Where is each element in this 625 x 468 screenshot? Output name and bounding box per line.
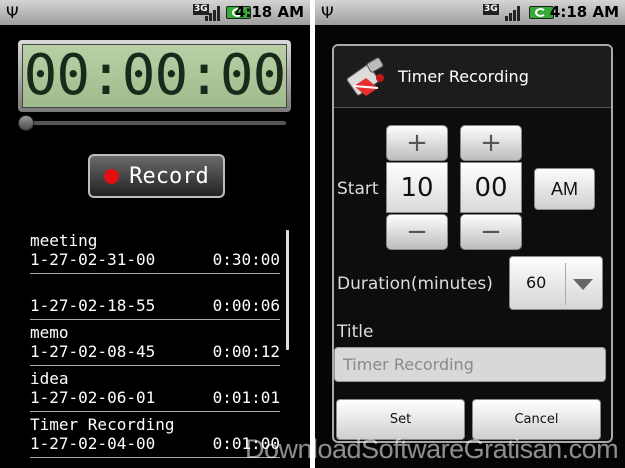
recording-name: meeting [30, 231, 98, 250]
minute-field[interactable] [460, 162, 522, 213]
timer-display: 00:00:00 [18, 40, 291, 112]
status-bar: Ψ 3G 4:18 AM [0, 0, 310, 25]
minute-spinner: + − [460, 125, 522, 253]
timer-recording-dialog: Timer Recording Start + − + − AM Duratio… [332, 44, 613, 443]
hour-spinner: + − [386, 125, 448, 253]
hour-decrement-button[interactable]: − [386, 214, 448, 250]
recording-date: 1-27-02-04-00 [30, 434, 156, 453]
title-label: Title [337, 322, 374, 342]
usb-icon: Ψ [6, 3, 19, 22]
status-time: 4:18 AM [549, 3, 619, 21]
duration-label: Duration(minutes) [337, 274, 493, 294]
signal-icon [505, 5, 522, 21]
minute-decrement-button[interactable]: − [460, 214, 522, 250]
network-type-icon: 3G [483, 4, 499, 15]
timer-value: 00:00:00 [23, 43, 287, 108]
hour-field[interactable] [386, 162, 448, 213]
timer-recording-icon [346, 57, 384, 96]
hour-increment-button[interactable]: + [386, 125, 448, 161]
title-field[interactable] [334, 347, 606, 382]
recording-name [30, 277, 280, 296]
record-button[interactable]: Record [88, 154, 225, 198]
usb-icon: Ψ [321, 3, 334, 22]
recording-date: 1-27-02-18-55 [30, 296, 156, 315]
recording-date: 1-27-02-31-00 [30, 250, 156, 269]
chevron-down-icon [573, 279, 593, 290]
list-scrollbar[interactable] [286, 230, 289, 350]
timer-dialog-screen: Ψ 3G 4:18 AM Timer Recording Start + − [315, 0, 625, 468]
list-item[interactable]: meeting 1-27-02-31-00 0:30:00 [30, 228, 280, 274]
record-button-label: Record [129, 163, 209, 189]
record-dot-icon [104, 168, 120, 184]
status-time: 4:18 AM [234, 3, 304, 21]
dialog-title: Timer Recording [398, 67, 529, 86]
list-item[interactable]: memo 1-27-02-08-45 0:00:12 [30, 320, 280, 366]
recording-name: Timer Recording [30, 415, 175, 434]
duration-select[interactable]: 60 [509, 256, 603, 310]
duration-value: 60 [526, 273, 547, 292]
dialog-header: Timer Recording [334, 46, 611, 108]
recording-duration: 0:01:01 [212, 388, 280, 407]
recorder-screen: Ψ 3G 4:18 AM 00:00:00 Record meeting 1-2… [0, 0, 310, 468]
start-label: Start [337, 179, 379, 199]
minute-increment-button[interactable]: + [460, 125, 522, 161]
playback-track[interactable] [22, 121, 286, 125]
recording-duration: 0:30:00 [212, 250, 280, 269]
recording-name: memo [30, 323, 69, 342]
list-item[interactable]: Timer Recording 1-27-02-04-00 0:01:00 [30, 412, 280, 458]
playback-slider-thumb[interactable] [18, 115, 34, 131]
signal-icon [205, 5, 222, 21]
recording-date: 1-27-02-06-01 [30, 388, 156, 407]
recordings-list[interactable]: meeting 1-27-02-31-00 0:30:00 1-27-02-18-… [30, 228, 280, 468]
list-item[interactable]: idea 1-27-02-06-01 0:01:01 [30, 366, 280, 412]
watermark: DownloadSoftwareGratisan.com [245, 434, 619, 464]
ampm-toggle-button[interactable]: AM [534, 168, 595, 210]
list-item[interactable]: 1-27-02-18-55 0:00:06 [30, 274, 280, 320]
recording-duration: 0:00:06 [212, 296, 280, 315]
recording-name: idea [30, 369, 69, 388]
recording-date: 1-27-02-08-45 [30, 342, 156, 361]
status-bar: Ψ 3G 4:18 AM [315, 0, 625, 25]
recording-duration: 0:00:12 [212, 342, 280, 361]
